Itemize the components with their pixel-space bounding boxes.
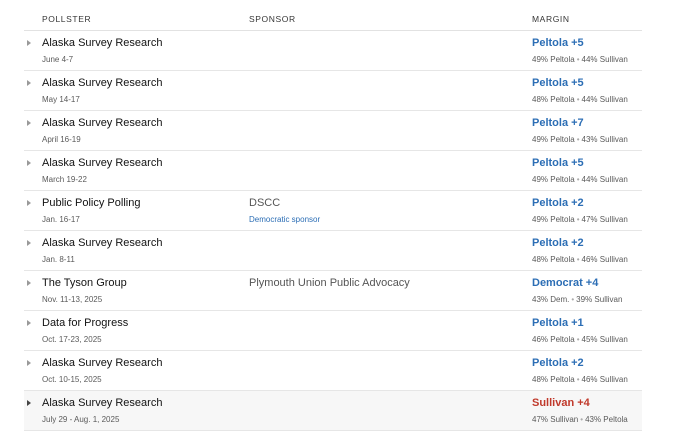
expand-caret-icon[interactable] [27, 240, 31, 246]
table-row[interactable]: Alaska Survey Research Jan. 8-11 Peltola +… [24, 231, 642, 271]
table-row[interactable]: Data for Progress Oct. 17-23, 2025 Peltola… [24, 311, 642, 351]
table-row[interactable]: The Tyson Group Nov. 11-13, 2025 Plymouth … [24, 271, 642, 311]
poll-dates: July 29 - Aug. 1, 2025 [42, 415, 120, 424]
expand-caret-icon[interactable] [27, 320, 31, 326]
margin-value: Peltola +5 [532, 157, 584, 169]
leading-share: 49% Peltola [532, 215, 575, 224]
expand-caret-icon[interactable] [27, 40, 31, 46]
pollster-name: Data for Progress [42, 317, 129, 329]
vote-share-detail: 49% Peltola • 44% Sullivan [532, 55, 628, 64]
poll-dates: Jan. 16-17 [42, 215, 80, 224]
expand-caret-icon[interactable] [27, 200, 31, 206]
sponsor-name: DSCC [249, 197, 281, 209]
poll-dates: April 16-19 [42, 135, 81, 144]
poll-dates: May 14-17 [42, 95, 80, 104]
pollster-name: Alaska Survey Research [42, 397, 163, 409]
expand-caret-icon[interactable] [27, 280, 31, 286]
expand-caret-icon[interactable] [27, 360, 31, 366]
expand-caret-icon[interactable] [27, 400, 31, 406]
poll-dates: Jan. 8-11 [42, 255, 75, 264]
leading-share: 43% Dem. [532, 295, 570, 304]
trailing-share: 39% Sullivan [576, 295, 623, 304]
trailing-share: 46% Sullivan [581, 375, 628, 384]
separator-dot: • [576, 335, 580, 344]
expand-caret-icon[interactable] [27, 120, 31, 126]
leading-share: 48% Peltola [532, 95, 575, 104]
pollster-name: Public Policy Polling [42, 197, 141, 209]
vote-share-detail: 47% Sullivan • 43% Peltola [532, 415, 628, 424]
pollster-column-header: POLLSTER [42, 14, 92, 24]
margin-value: Democrat +4 [532, 277, 599, 289]
separator-dot: • [576, 255, 580, 264]
table-row[interactable]: Alaska Survey Research May 14-17 Peltola +… [24, 71, 642, 111]
pollster-name: Alaska Survey Research [42, 77, 163, 89]
pollster-name: Alaska Survey Research [42, 157, 163, 169]
vote-share-detail: 48% Peltola • 46% Sullivan [532, 375, 628, 384]
table-row[interactable]: Alaska Survey Research July 29 - Aug. 1, … [24, 391, 642, 431]
leading-share: 49% Peltola [532, 55, 575, 64]
separator-dot: • [576, 135, 580, 144]
margin-column-header: MARGIN [532, 14, 570, 24]
margin-value: Peltola +2 [532, 197, 584, 209]
margin-value: Peltola +2 [532, 237, 584, 249]
poll-dates: Oct. 10-15, 2025 [42, 375, 102, 384]
trailing-share: 47% Sullivan [581, 215, 628, 224]
pollster-name: Alaska Survey Research [42, 117, 163, 129]
expand-caret-icon[interactable] [27, 80, 31, 86]
polls-table: POLLSTER SPONSOR MARGIN Alaska Survey Re… [24, 0, 642, 431]
separator-dot: • [576, 95, 580, 104]
table-row[interactable]: Alaska Survey Research April 16-19 Peltola… [24, 111, 642, 151]
leading-share: 48% Peltola [532, 255, 575, 264]
margin-value: Peltola +2 [532, 357, 584, 369]
pollster-name: Alaska Survey Research [42, 357, 163, 369]
pollster-name: Alaska Survey Research [42, 37, 163, 49]
vote-share-detail: 49% Peltola • 44% Sullivan [532, 175, 628, 184]
trailing-share: 44% Sullivan [581, 55, 628, 64]
vote-share-detail: 49% Peltola • 47% Sullivan [532, 215, 628, 224]
margin-value: Peltola +7 [532, 117, 584, 129]
table-row[interactable]: Alaska Survey Research Oct. 10-15, 2025 Pe… [24, 351, 642, 391]
trailing-share: 43% Sullivan [581, 135, 628, 144]
poll-dates: March 19-22 [42, 175, 87, 184]
margin-value: Peltola +1 [532, 317, 584, 329]
separator-dot: • [576, 215, 580, 224]
expand-caret-icon[interactable] [27, 160, 31, 166]
poll-dates: June 4-7 [42, 55, 74, 64]
vote-share-detail: 48% Peltola • 46% Sullivan [532, 255, 628, 264]
trailing-share: 44% Sullivan [581, 175, 628, 184]
table-body: Alaska Survey Research June 4-7 Peltola +5… [24, 31, 642, 431]
trailing-share: 46% Sullivan [581, 255, 628, 264]
leading-share: 47% Sullivan [532, 415, 579, 424]
sponsor-column-header: SPONSOR [249, 14, 296, 24]
margin-value: Sullivan +4 [532, 397, 590, 409]
separator-dot: • [576, 375, 580, 384]
vote-share-detail: 48% Peltola • 44% Sullivan [532, 95, 628, 104]
leading-share: 49% Peltola [532, 175, 575, 184]
trailing-share: 43% Peltola [585, 415, 628, 424]
vote-share-detail: 46% Peltola • 45% Sullivan [532, 335, 628, 344]
leading-share: 48% Peltola [532, 375, 575, 384]
table-row[interactable]: Public Policy Polling Jan. 16-17 DSCC Democ… [24, 191, 642, 231]
pollster-name: The Tyson Group [42, 277, 127, 289]
trailing-share: 44% Sullivan [581, 95, 628, 104]
poll-dates: Nov. 11-13, 2025 [42, 295, 103, 304]
leading-share: 49% Peltola [532, 135, 575, 144]
sponsor-note: Democratic sponsor [249, 215, 321, 224]
trailing-share: 45% Sullivan [581, 335, 628, 344]
table-row[interactable]: Alaska Survey Research March 19-22 Peltola… [24, 151, 642, 191]
poll-dates: Oct. 17-23, 2025 [42, 335, 102, 344]
table-row[interactable]: Alaska Survey Research June 4-7 Peltola +5… [24, 31, 642, 71]
leading-share: 46% Peltola [532, 335, 575, 344]
vote-share-detail: 49% Peltola • 43% Sullivan [532, 135, 628, 144]
margin-value: Peltola +5 [532, 77, 584, 89]
separator-dot: • [576, 55, 580, 64]
margin-value: Peltola +5 [532, 37, 584, 49]
table-header: POLLSTER SPONSOR MARGIN [24, 0, 642, 31]
vote-share-detail: 43% Dem. • 39% Sullivan [532, 295, 622, 304]
separator-dot: • [576, 175, 580, 184]
sponsor-name: Plymouth Union Public Advocacy [249, 277, 410, 289]
pollster-name: Alaska Survey Research [42, 237, 163, 249]
